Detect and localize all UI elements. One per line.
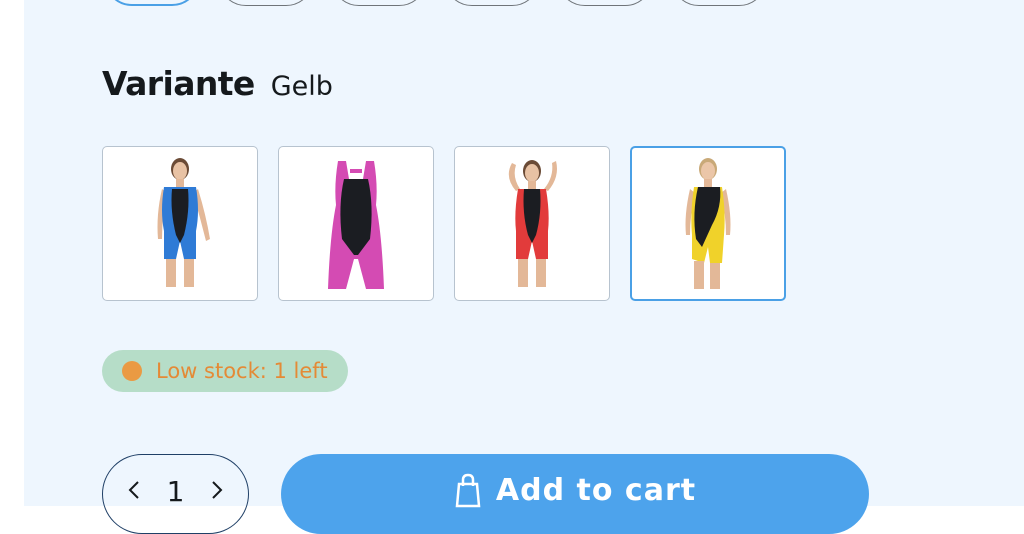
stock-status-dot xyxy=(122,361,142,381)
shopping-bag-icon xyxy=(455,473,481,508)
add-to-cart-label: Add to cart xyxy=(495,473,697,508)
variant-swatch-blue[interactable] xyxy=(102,146,258,301)
quantity-stepper: 1 xyxy=(102,454,249,534)
chevron-left-icon xyxy=(128,481,139,499)
quantity-increment-button[interactable] xyxy=(206,475,228,505)
left-gutter xyxy=(0,0,24,506)
swimsuit-pink-icon xyxy=(310,154,402,293)
variant-label: Variante xyxy=(102,64,255,103)
variant-swatch-pink[interactable] xyxy=(278,146,434,301)
variant-swatches xyxy=(102,146,786,301)
variant-swatch-yellow[interactable] xyxy=(630,146,786,301)
quantity-value[interactable]: 1 xyxy=(167,475,185,509)
swimsuit-blue-icon xyxy=(134,154,226,293)
swimsuit-red-icon xyxy=(486,154,578,293)
stock-status-text: Low stock: 1 left xyxy=(156,359,328,383)
variant-selected-value: Gelb xyxy=(270,71,333,102)
swimsuit-yellow-icon xyxy=(662,154,754,293)
variant-swatch-red[interactable] xyxy=(454,146,610,301)
chevron-right-icon xyxy=(212,481,223,499)
stock-status-badge: Low stock: 1 left xyxy=(102,350,348,392)
quantity-decrement-button[interactable] xyxy=(123,475,145,505)
variant-heading: Variante Gelb xyxy=(102,64,333,103)
add-to-cart-button[interactable]: Add to cart xyxy=(281,454,869,534)
